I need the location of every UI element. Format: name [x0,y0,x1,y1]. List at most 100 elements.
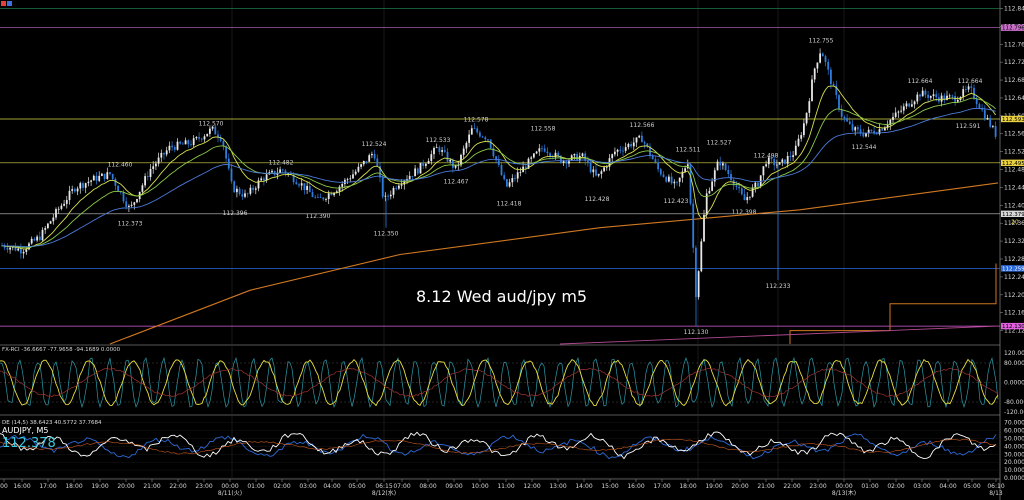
x-tick-label: 17:00 [653,483,670,490]
rci-tick-label: 80.0000 [1004,360,1024,367]
candle-body [341,183,344,187]
price-annotation: 112.664 [958,78,983,85]
candle-body [125,201,128,207]
candle-body [616,149,619,152]
time-axis[interactable]: 00 16:00 17:00 18:00 19:00 20:00 21:00 22:00 23:… [0,479,1005,497]
candle-body [30,238,33,244]
candle-body [400,184,403,186]
candle-body [981,108,983,110]
candle-body [619,149,622,151]
candle-body [419,162,422,174]
candle-body [794,145,797,156]
candle-body [357,166,360,172]
adx-tick-label: 70.0000 [1004,420,1024,427]
candle-body [724,163,727,170]
price-annotation: 112.755 [809,38,834,45]
candle-body [179,141,182,144]
candle-body [659,169,662,175]
candle-body [152,166,155,169]
candle-body [352,174,354,179]
x-tick-label: 06:10 [987,483,1004,490]
candle-body [365,160,368,162]
candle-body [497,160,500,165]
price-annotation: 112.428 [585,196,610,203]
candle-body [300,183,303,186]
price-annotation: 112.511 [676,147,701,154]
candle-body [673,181,676,184]
price-annotation: 112.233 [766,283,791,290]
price-axis[interactable]: 112.840112.800112.760112.720112.680112.6… [1000,5,1024,482]
candle-body [967,86,970,90]
candle-body [830,69,832,85]
candle-body [900,110,902,112]
price-annotation: 112.460 [108,161,133,168]
candle-body [438,147,441,152]
candle-body [727,169,730,174]
candle-body [6,247,9,250]
candle-body [146,176,149,178]
candle-body [141,185,144,192]
candle-body [55,209,57,218]
x-tick-label: 02:00 [887,483,904,490]
candle-body [813,68,816,80]
candle-body [233,181,236,193]
candle-body [465,142,468,149]
candle-body [970,86,973,88]
candle-body [506,179,508,187]
candle-body [476,128,479,133]
candle-body [260,178,263,181]
candle-body [49,221,52,224]
candle-body [368,155,371,162]
candle-body [306,186,308,191]
candle-body [470,128,473,135]
candle-body [894,112,897,117]
candle-body [638,135,641,138]
x-tick-label: 15:00 [601,483,618,490]
rci-label: FX-RCI -36.6667 -77.9658 -94.1689 0.0000 [2,347,121,353]
adx-tick-label: 0.0000 [1004,475,1024,482]
candle-body [530,157,533,159]
candle-body [500,164,503,176]
rci-tick-label: -120.0000 [1004,409,1024,416]
window-control-blue[interactable] [7,1,12,6]
y-tick-label: 112.280 [1004,256,1024,263]
candle-body [435,147,438,149]
candle-body [44,228,47,230]
candle-body [919,94,921,97]
x-tick-label: 06:15 [375,483,392,490]
candle-body [249,187,252,194]
rci-tick-label: -80.0000 [1004,399,1024,406]
candle-body [452,159,454,168]
candle-body [362,160,365,165]
candle-body [168,145,171,151]
candle-body [484,137,487,140]
candle-body [519,172,522,173]
window-control-red[interactable] [1,1,6,6]
candle-body [279,169,281,173]
candle-body [740,188,743,195]
candle-body [95,175,98,181]
current-price-readout: 112.378 [2,436,56,451]
price-annotation: 112.533 [426,137,451,144]
moving-averages [1,85,996,250]
candles[interactable] [1,48,997,327]
price-annotation: 112.398 [732,209,757,216]
candle-body [827,61,830,70]
x-tick-label: 00:00 [221,483,238,490]
candle-body [281,169,284,171]
candle-body [319,197,322,198]
candle-body [157,157,160,164]
candle-body [773,159,776,166]
candle-body [171,145,173,148]
candle-body [416,168,419,174]
candle-body [441,150,443,152]
price-tag-label: 112.593 [1002,117,1024,123]
candle-body [546,151,549,154]
candle-body [130,204,133,206]
candle-body [697,271,700,298]
candle-body [843,116,846,119]
candle-body [225,146,227,159]
candle-body [9,247,11,250]
candle-body [408,175,411,180]
x-tick-label: 18:00 [679,483,696,490]
